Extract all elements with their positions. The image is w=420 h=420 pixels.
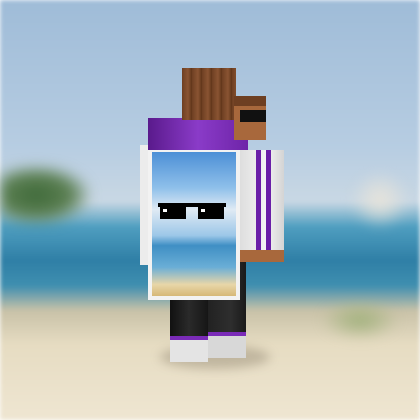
right-arm bbox=[238, 150, 284, 260]
head-hair bbox=[182, 68, 236, 120]
side-sunglasses-icon bbox=[240, 110, 266, 122]
left-shoe bbox=[170, 336, 208, 362]
grass-blur bbox=[320, 300, 400, 340]
hand bbox=[238, 250, 284, 262]
cloud-blur bbox=[350, 170, 410, 230]
head-side-hair bbox=[234, 96, 266, 106]
arm-stripe bbox=[266, 150, 271, 250]
right-shoe bbox=[208, 332, 246, 358]
arm-stripe bbox=[256, 150, 261, 250]
island-blur bbox=[0, 165, 90, 225]
cape-picture bbox=[152, 152, 236, 296]
hood bbox=[148, 118, 248, 150]
sunglasses-icon bbox=[158, 203, 226, 221]
